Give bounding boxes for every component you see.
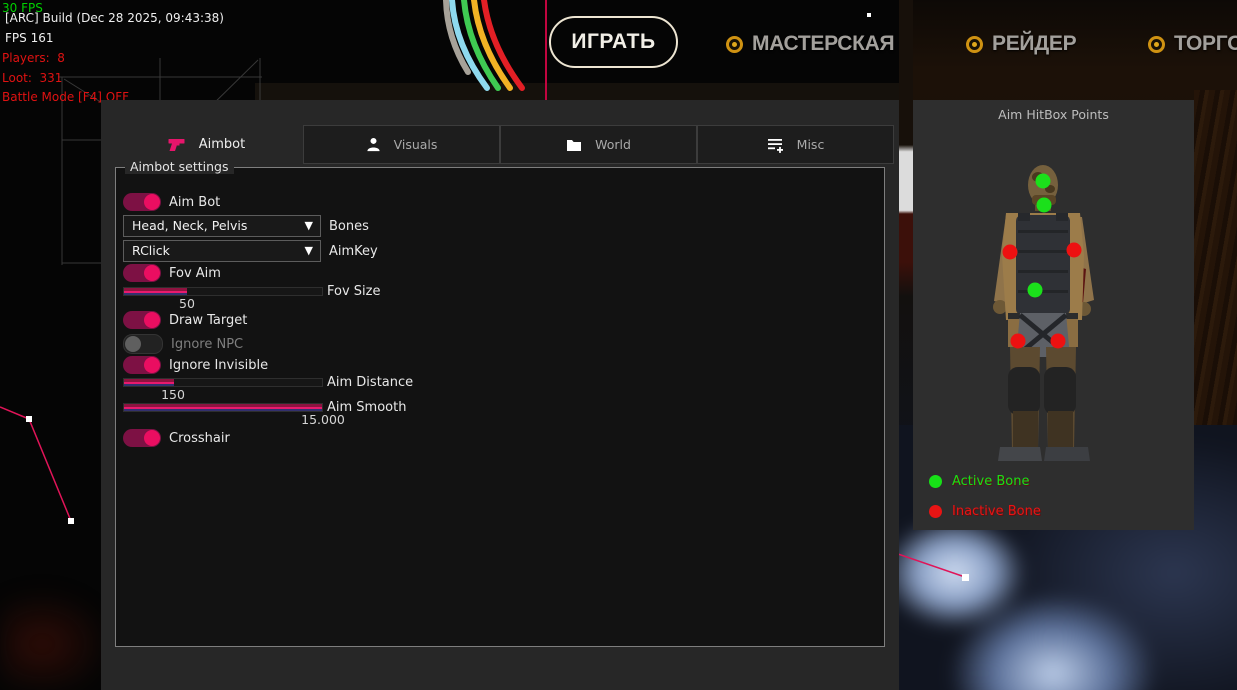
toggle-knob — [144, 265, 160, 281]
inactive-bone-dot — [1067, 243, 1082, 258]
fov-size-value: 50 — [179, 296, 195, 311]
background-rock-texture — [1194, 90, 1237, 450]
ignore-npc-label: Ignore NPC — [171, 337, 243, 352]
inactive-bone-dot — [1011, 334, 1026, 349]
ignore-invisible-row: Ignore Invisible — [123, 356, 268, 374]
aimkey-row: RClick AimKey — [123, 240, 378, 262]
aim-distance-slider[interactable] — [123, 378, 323, 387]
hitbox-dots — [913, 100, 1194, 530]
toggle-knob — [144, 312, 160, 328]
nav-item-workshop[interactable]: МАСТЕРСКАЯ — [726, 32, 894, 56]
slider-fill — [124, 288, 187, 295]
person-icon — [366, 137, 381, 152]
tab-misc[interactable]: Misc — [697, 125, 894, 164]
coin-icon — [1148, 36, 1165, 53]
fov-size-slider[interactable] — [123, 287, 323, 296]
background-red-glow — [0, 575, 105, 690]
rainbow-decoration — [438, 0, 548, 100]
toggle-knob — [144, 357, 160, 373]
bones-label: Bones — [329, 219, 369, 234]
bones-dropdown-value: Head, Neck, Pelvis — [132, 218, 247, 233]
ignore-npc-toggle[interactable] — [123, 334, 163, 354]
background-ledge — [255, 83, 899, 100]
game-screen: 30 FPS [ARC] Build (Dec 28 2025, 09:43:3… — [0, 0, 1237, 690]
tab-label: Visuals — [394, 137, 438, 152]
tab-label: Aimbot — [199, 137, 245, 152]
active-bone-dot-icon — [929, 475, 942, 488]
nav-item-trade[interactable]: ТОРГО — [1148, 32, 1237, 56]
nav-item-label: ТОРГО — [1174, 32, 1237, 56]
inactive-bone-dot-icon — [929, 505, 942, 518]
loot-count-text: Loot: 331 — [2, 71, 62, 85]
aim-distance-label: Aim Distance — [327, 375, 413, 390]
chevron-down-icon — [305, 241, 313, 261]
aim-smooth-slider[interactable] — [123, 403, 323, 412]
aim-bot-toggle[interactable] — [123, 193, 161, 211]
toggle-knob — [144, 194, 160, 210]
aim-distance-row: Aim Distance 150 — [123, 378, 323, 387]
cheat-menu-panel: Aimbot Visuals World — [101, 100, 899, 690]
fov-aim-label: Fov Aim — [169, 266, 221, 281]
players-count-text: Players: 8 — [2, 51, 65, 65]
play-button[interactable]: ИГРАТЬ — [549, 16, 678, 68]
hitbox-panel: Aim HitBox Points — [913, 100, 1194, 530]
aimkey-dropdown[interactable]: RClick — [123, 240, 321, 262]
legend-label: Active Bone — [952, 474, 1029, 489]
aimkey-label: AimKey — [329, 244, 378, 259]
nav-item-label: МАСТЕРСКАЯ — [752, 32, 894, 56]
tab-visuals[interactable]: Visuals — [303, 125, 500, 164]
inactive-bone-dot — [1003, 245, 1018, 260]
legend-active-bone: Active Bone — [929, 474, 1029, 489]
aim-smooth-row: Aim Smooth 15.000 — [123, 403, 323, 412]
ignore-npc-row: Ignore NPC — [123, 334, 243, 354]
nav-item-label: РЕЙДЕР — [992, 32, 1076, 56]
bones-dropdown[interactable]: Head, Neck, Pelvis — [123, 215, 321, 237]
aim-distance-value: 150 — [161, 387, 185, 402]
inactive-bone-dot — [1051, 334, 1066, 349]
coin-icon — [726, 36, 743, 53]
fov-aim-toggle[interactable] — [123, 264, 161, 282]
folder-icon — [566, 138, 582, 152]
fps-counter-text: FPS 161 — [5, 31, 53, 45]
fov-size-row: Fov Size 50 — [123, 287, 323, 296]
gun-icon — [168, 137, 186, 152]
slider-fill — [124, 379, 174, 386]
esp-skeleton-left — [0, 400, 110, 540]
aim-bot-label: Aim Bot — [169, 195, 220, 210]
crosshair-toggle[interactable] — [123, 429, 161, 447]
aim-bot-row: Aim Bot — [123, 193, 220, 211]
aim-smooth-value: 15.000 — [301, 412, 345, 427]
esp-dot — [867, 13, 871, 17]
coin-icon — [966, 36, 983, 53]
chevron-down-icon — [305, 216, 313, 236]
draw-target-label: Draw Target — [169, 313, 247, 328]
tab-label: World — [595, 137, 631, 152]
crosshair-row: Crosshair — [123, 429, 230, 447]
legend-label: Inactive Bone — [952, 504, 1041, 519]
tab-label: Misc — [797, 137, 825, 152]
ignore-invisible-toggle[interactable] — [123, 356, 161, 374]
bones-row: Head, Neck, Pelvis Bones — [123, 215, 369, 237]
legend-inactive-bone: Inactive Bone — [929, 504, 1041, 519]
slider-fill — [124, 404, 322, 411]
ignore-invisible-label: Ignore Invisible — [169, 358, 268, 373]
toggle-knob — [144, 430, 160, 446]
esp-skeleton-right — [895, 545, 985, 590]
sliders-icon — [767, 137, 784, 153]
crosshair-label: Crosshair — [169, 431, 230, 446]
aimkey-dropdown-value: RClick — [132, 243, 170, 258]
toggle-knob — [125, 336, 141, 352]
active-bone-dot — [1036, 174, 1051, 189]
build-info-text: [ARC] Build (Dec 28 2025, 09:43:38) — [5, 11, 224, 25]
tab-world[interactable]: World — [500, 125, 697, 164]
active-bone-dot — [1028, 283, 1043, 298]
active-bone-dot — [1037, 198, 1052, 213]
fov-size-label: Fov Size — [327, 284, 380, 299]
draw-target-toggle[interactable] — [123, 311, 161, 329]
esp-vertical-line — [545, 0, 547, 100]
fov-aim-row: Fov Aim — [123, 264, 221, 282]
group-title: Aimbot settings — [125, 159, 234, 174]
nav-item-raider[interactable]: РЕЙДЕР — [966, 32, 1076, 56]
draw-target-row: Draw Target — [123, 311, 247, 329]
